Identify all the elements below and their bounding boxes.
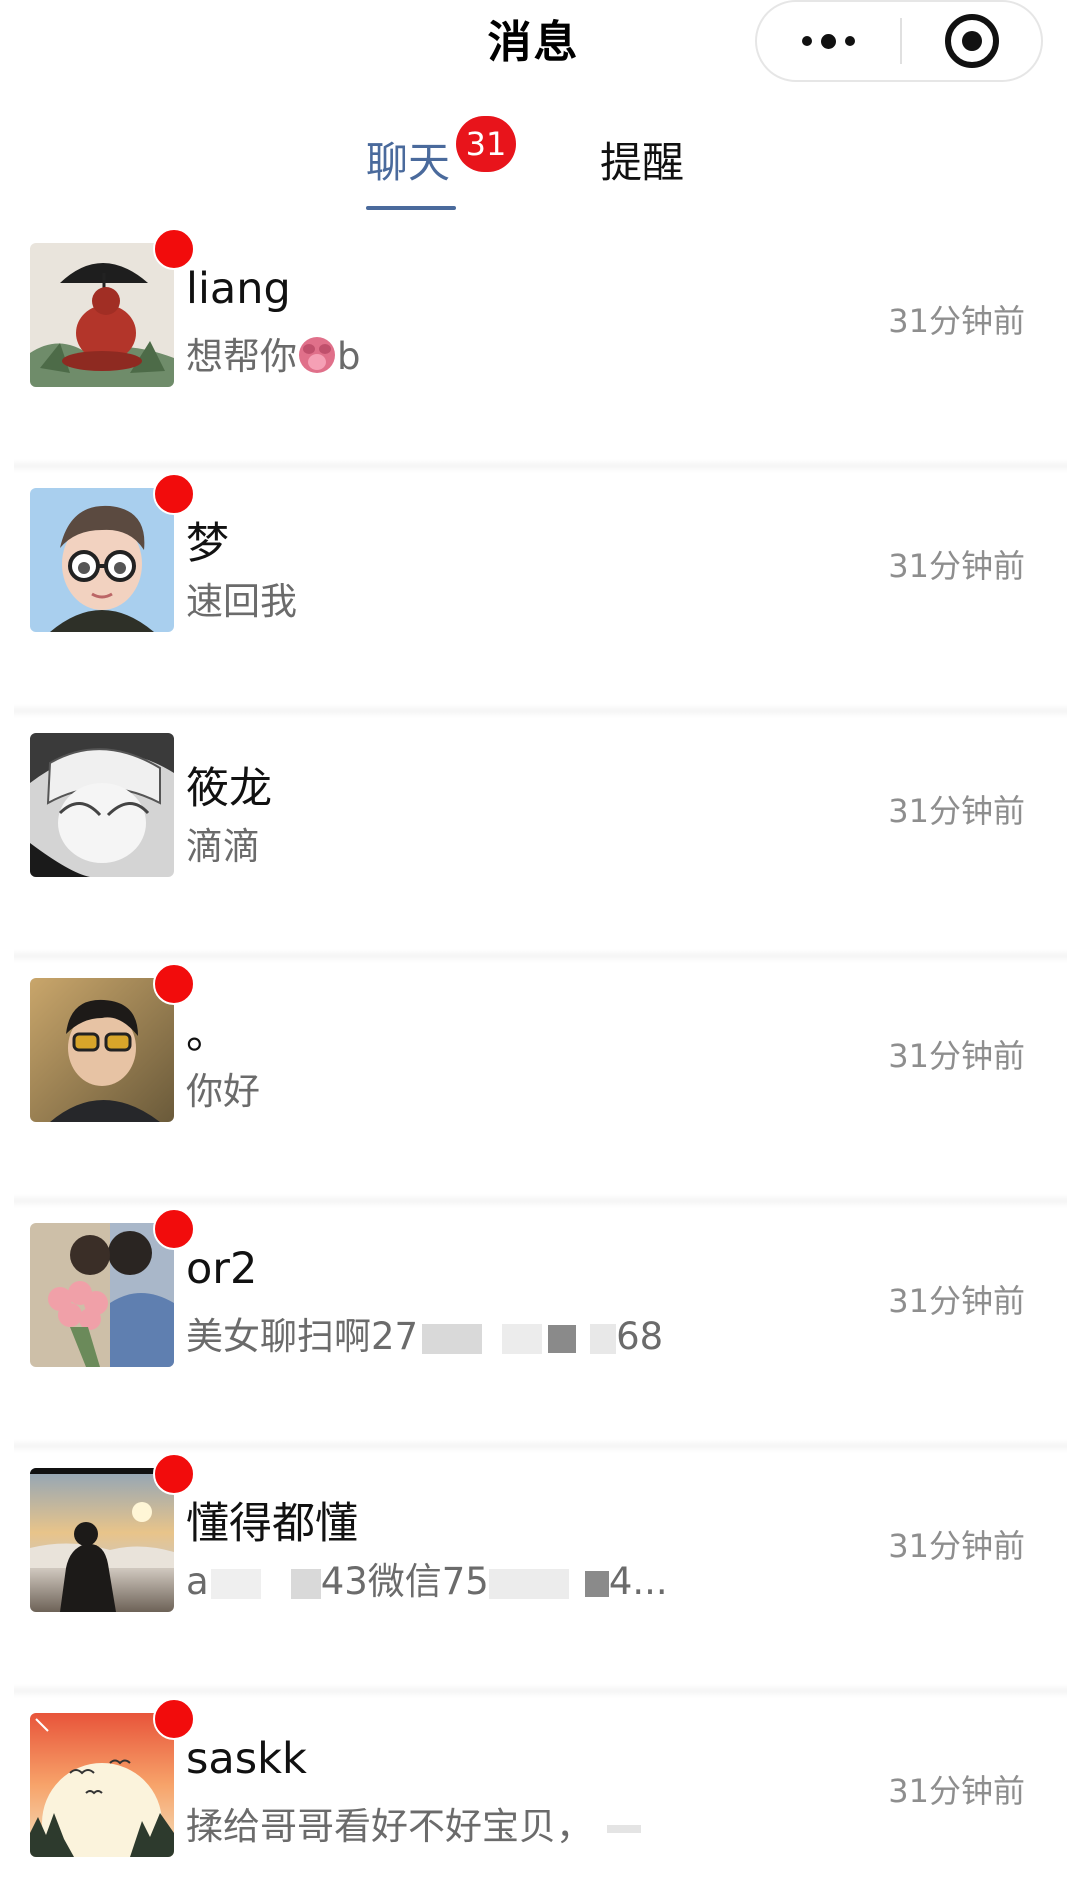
boy-sunglasses-avatar-art bbox=[30, 978, 174, 1122]
mosaic-redaction bbox=[502, 1323, 543, 1354]
mosaic-redaction bbox=[584, 1570, 609, 1597]
cartoon-glasses-boy-avatar[interactable] bbox=[30, 488, 174, 632]
chat-preview-suffix: b bbox=[337, 335, 361, 378]
chat-preview: 美女聊扫啊27 68 bbox=[186, 1306, 663, 1360]
mosaic-redaction bbox=[590, 1323, 617, 1354]
chat-preview: 你好 bbox=[186, 1070, 260, 1113]
tab-chat[interactable]: 聊天 bbox=[366, 136, 450, 190]
chat-row-xiaolong[interactable]: 筱龙 滴滴 31分钟前 bbox=[0, 718, 1067, 963]
sunrise-birds-avatar-art bbox=[30, 1713, 174, 1857]
mosaic-redaction bbox=[290, 1568, 321, 1599]
chat-preview-text: a bbox=[186, 1560, 209, 1603]
boy-sunglasses-avatar[interactable] bbox=[30, 978, 174, 1122]
chat-row-dot[interactable]: 。 你好 31分钟前 bbox=[0, 963, 1067, 1208]
chat-preview: 滴滴 bbox=[186, 825, 260, 868]
chat-preview: 揉给哥哥看好不好宝贝， bbox=[186, 1796, 641, 1850]
mosaic-redaction bbox=[422, 1323, 483, 1354]
cartoon-glasses-boy-avatar-art bbox=[30, 488, 174, 632]
chat-preview: 想帮你 b bbox=[186, 326, 361, 380]
tongue-emoji-icon bbox=[299, 337, 335, 373]
chat-preview-text-tail: 4... bbox=[608, 1560, 668, 1603]
mini-program-capsule bbox=[755, 0, 1043, 82]
chat-preview-text: 揉给哥哥看好不好宝贝， bbox=[186, 1805, 593, 1848]
chat-row-or2[interactable]: or2 美女聊扫啊27 68 31分钟前 bbox=[0, 1208, 1067, 1453]
chat-preview-text: 想帮你 bbox=[186, 335, 297, 378]
chat-preview-text-mid: 43微信75 bbox=[320, 1560, 489, 1603]
row-divider bbox=[14, 459, 1067, 473]
mosaic-redaction bbox=[210, 1568, 261, 1599]
row-divider bbox=[14, 704, 1067, 718]
chat-time: 31分钟前 bbox=[888, 302, 1025, 340]
chat-name: saskk bbox=[186, 1734, 307, 1784]
mosaic-redaction bbox=[548, 1324, 577, 1353]
sunset-silhouette-avatar-art bbox=[30, 1468, 174, 1612]
mosaic-redaction bbox=[607, 1824, 641, 1833]
row-divider bbox=[14, 949, 1067, 963]
chat-name: 筱龙 bbox=[186, 764, 272, 814]
chat-preview-text: 美女聊扫啊27 bbox=[186, 1315, 419, 1358]
roses-couple-avatar-art bbox=[30, 1223, 174, 1367]
anime-boy-avatar[interactable] bbox=[30, 733, 174, 877]
chat-preview: 速回我 bbox=[186, 580, 297, 623]
tab-active-indicator bbox=[366, 206, 456, 210]
chat-name: or2 bbox=[186, 1244, 258, 1294]
more-button[interactable] bbox=[757, 2, 900, 80]
chat-time: 31分钟前 bbox=[888, 1282, 1025, 1320]
chat-row-dongdedoudong[interactable]: 懂得都懂 a 43微信75 4... 31分钟前 bbox=[0, 1453, 1067, 1698]
sunrise-birds-avatar[interactable] bbox=[30, 1713, 174, 1857]
chat-preview-text-tail: 68 bbox=[616, 1315, 664, 1358]
target-close-icon bbox=[944, 14, 999, 68]
chat-time: 31分钟前 bbox=[888, 547, 1025, 585]
chat-preview: a 43微信75 4... bbox=[186, 1551, 668, 1605]
chat-row-meng[interactable]: 梦 速回我 31分钟前 bbox=[0, 473, 1067, 718]
chat-time: 31分钟前 bbox=[888, 1527, 1025, 1565]
chat-time: 31分钟前 bbox=[888, 1772, 1025, 1810]
row-divider bbox=[14, 1439, 1067, 1453]
chat-name: 。 bbox=[186, 1009, 229, 1059]
umbrella-figure-avatar-art bbox=[30, 243, 174, 387]
chat-time: 31分钟前 bbox=[888, 1037, 1025, 1075]
umbrella-figure-avatar[interactable] bbox=[30, 243, 174, 387]
row-divider bbox=[14, 1684, 1067, 1698]
blurred-watermark bbox=[827, 1833, 1047, 1873]
anime-boy-avatar-art bbox=[30, 733, 174, 877]
tab-chat-unread-badge: 31 bbox=[456, 116, 516, 172]
tab-remind[interactable]: 提醒 bbox=[600, 136, 684, 190]
row-divider bbox=[14, 1194, 1067, 1208]
more-dots-icon bbox=[802, 33, 855, 49]
close-button[interactable] bbox=[902, 2, 1041, 80]
chat-row-liang[interactable]: liang 想帮你 b 31分钟前 bbox=[0, 228, 1067, 473]
chat-time: 31分钟前 bbox=[888, 792, 1025, 830]
chat-name: 懂得都懂 bbox=[186, 1499, 358, 1549]
chat-name: liang bbox=[186, 264, 291, 314]
chat-name: 梦 bbox=[186, 519, 229, 569]
sunset-silhouette-avatar[interactable] bbox=[30, 1468, 174, 1612]
top-bar: 消息 bbox=[0, 0, 1067, 82]
mosaic-redaction bbox=[488, 1568, 569, 1599]
roses-couple-avatar[interactable] bbox=[30, 1223, 174, 1367]
